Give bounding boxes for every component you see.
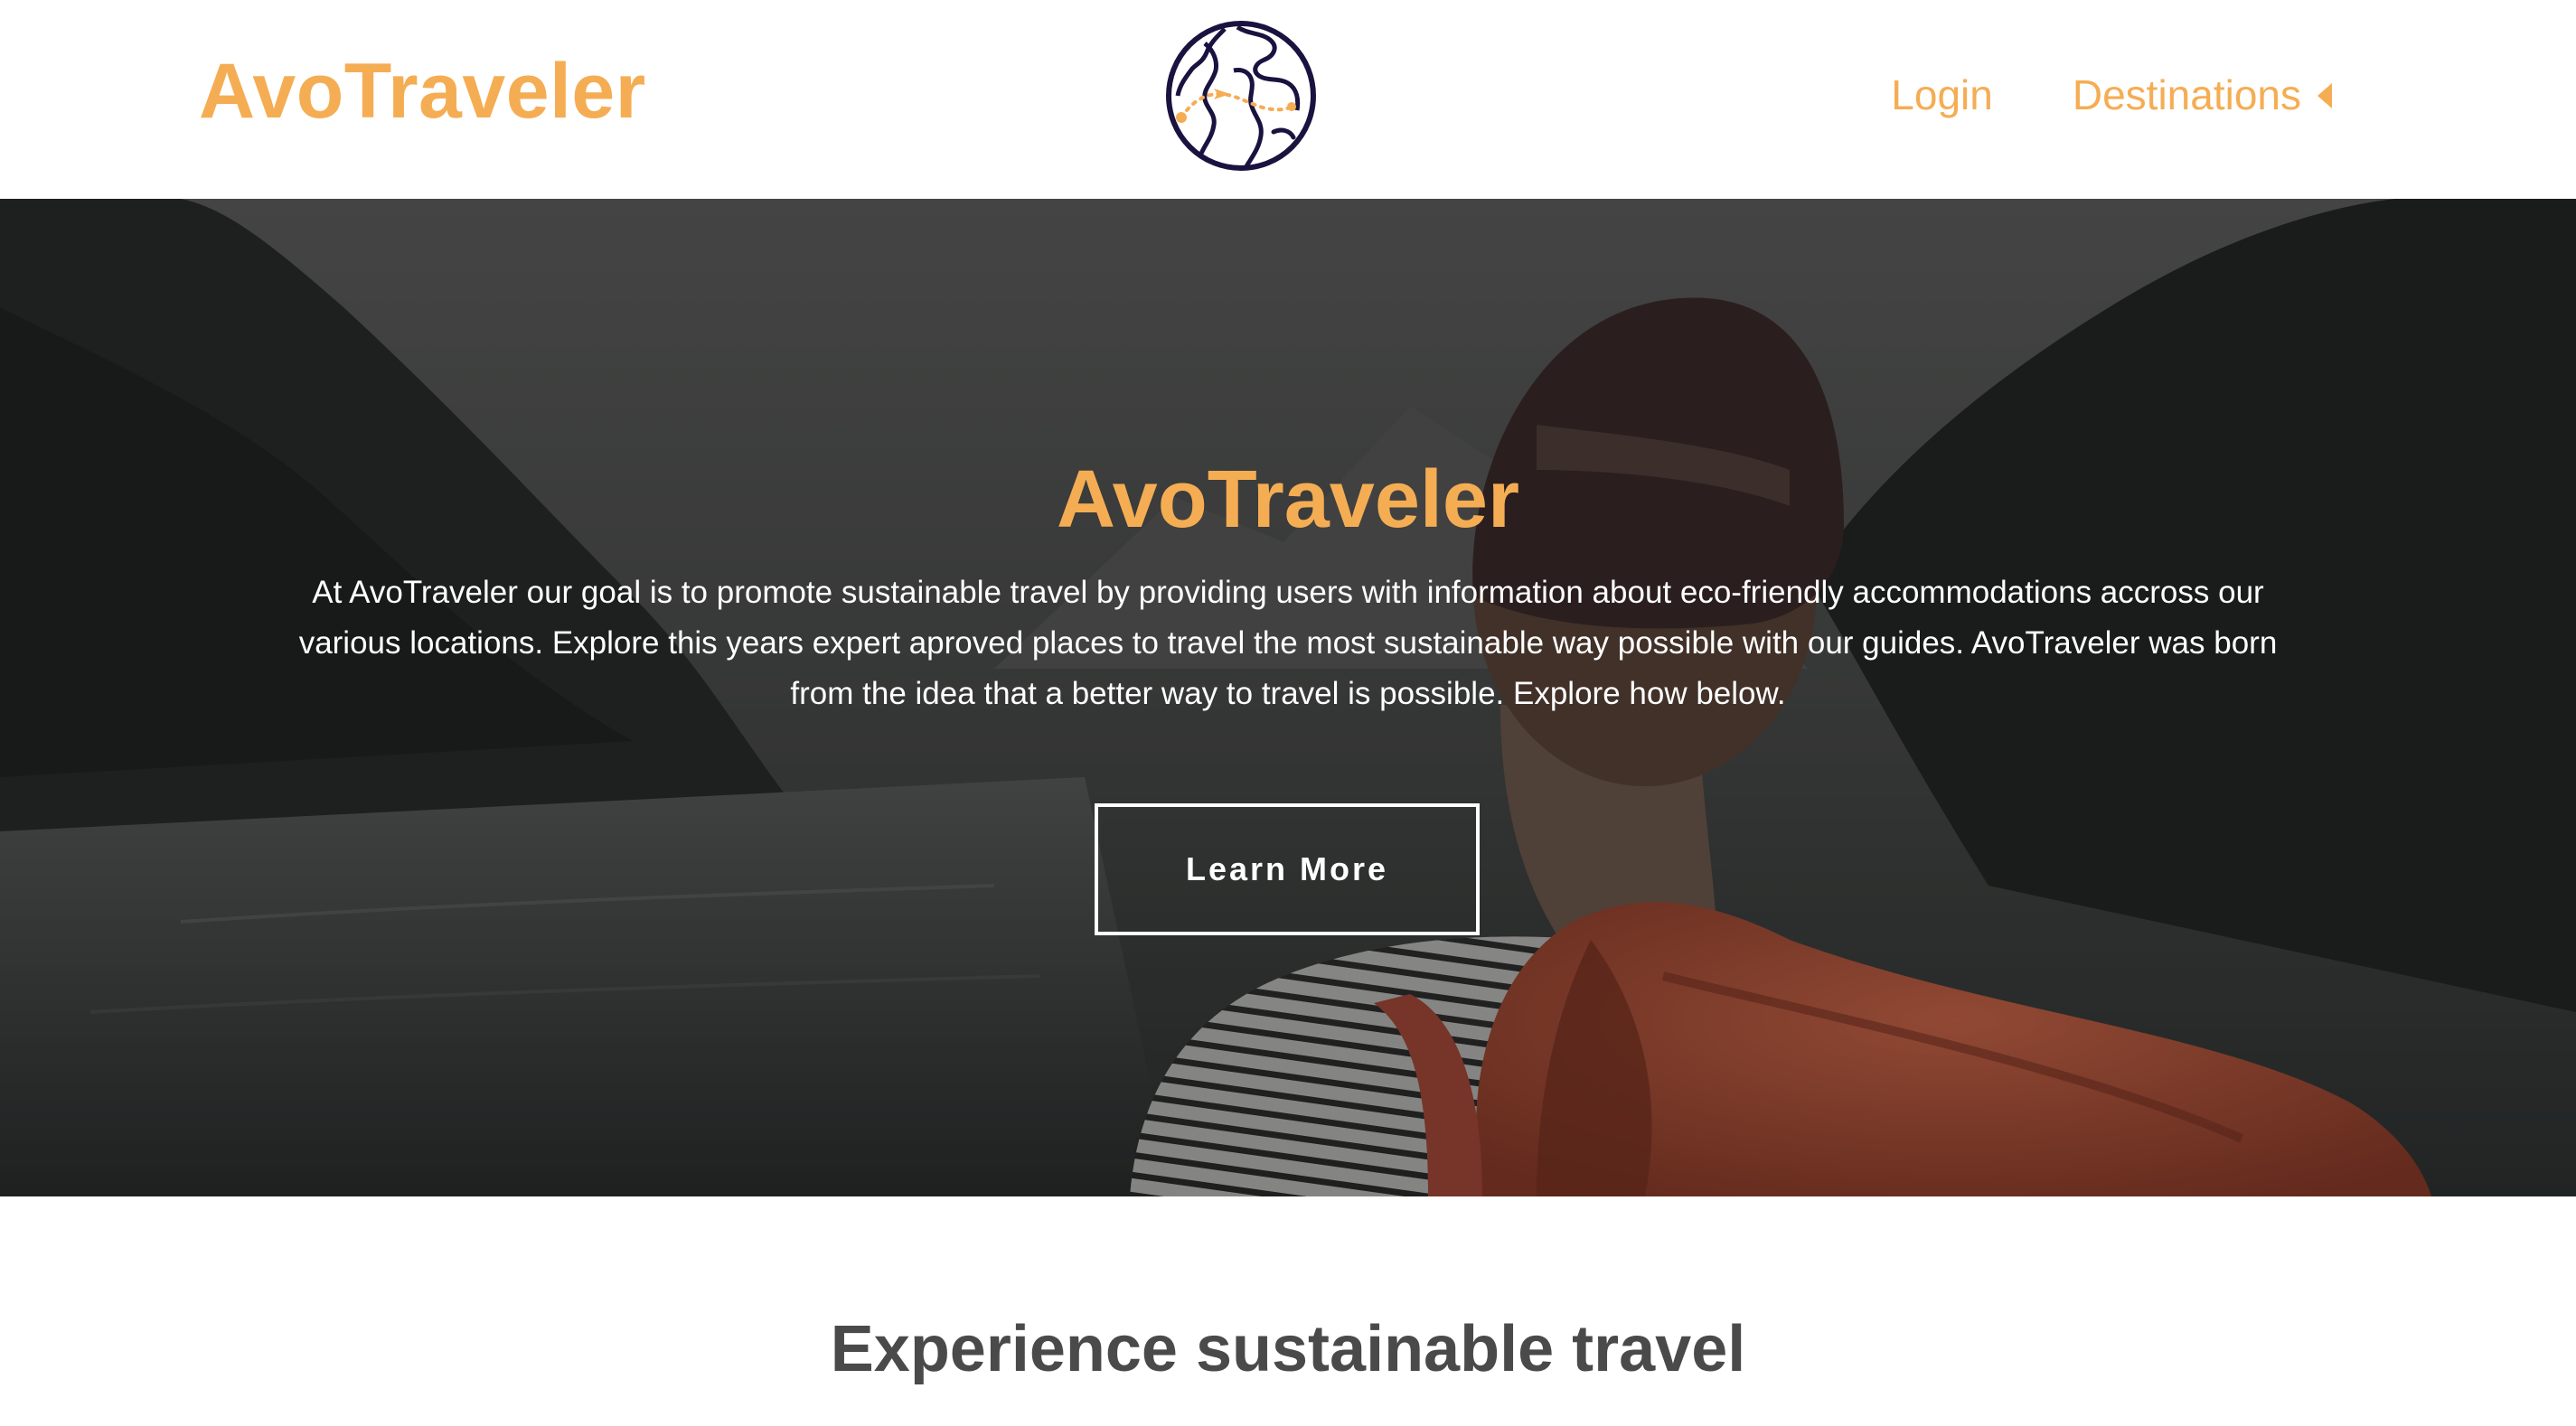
nav-destinations-label: Destinations	[2072, 71, 2301, 118]
nav-destinations-dropdown[interactable]: Destinations	[2073, 70, 2332, 119]
globe-route-icon[interactable]	[1161, 16, 1321, 175]
caret-left-icon	[2317, 82, 2332, 108]
hero-title: AvoTraveler	[1057, 455, 1519, 545]
learn-more-button[interactable]: Learn More	[1095, 803, 1480, 935]
nav-login-link[interactable]: Login	[1891, 70, 1993, 119]
hero-section: AvoTraveler At AvoTraveler our goal is t…	[0, 199, 2576, 1196]
hero-description: At AvoTraveler our goal is to promote su…	[298, 575, 2278, 711]
main-nav: Login Destinations	[1891, 70, 2332, 119]
site-header: AvoTraveler Login Destinations	[0, 0, 2576, 199]
section-title: Experience sustainable travel	[830, 1313, 1746, 1385]
brand-logo-text[interactable]: AvoTraveler	[199, 47, 646, 136]
